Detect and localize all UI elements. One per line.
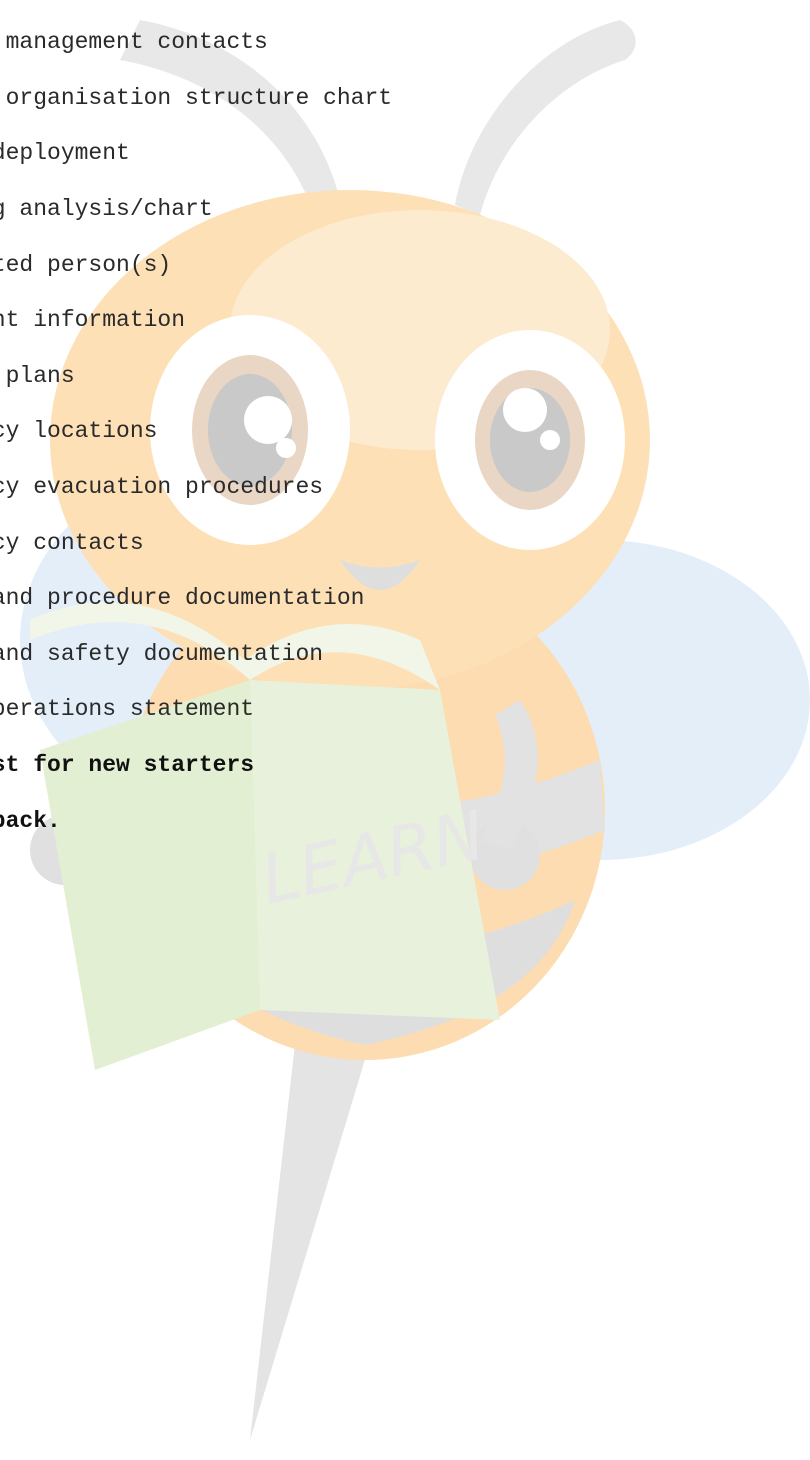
document-content: e management contacts y organisation stru… xyxy=(0,0,810,1460)
list-item: deployment xyxy=(0,140,130,166)
list-item: ncy evacuation procedures xyxy=(0,474,324,500)
list-item: ncy locations xyxy=(0,418,158,444)
list-item: and safety documentation xyxy=(0,641,324,667)
bold-list-item: pack. xyxy=(0,808,61,834)
list-item: and procedure documentation xyxy=(0,585,365,611)
list-item: ant information xyxy=(0,307,186,333)
list-item: operations statement xyxy=(0,696,255,722)
list-item: ated person(s) xyxy=(0,252,172,278)
list-item: ng analysis/chart xyxy=(0,196,213,222)
list-item: e management contacts xyxy=(0,29,268,55)
list-item: ncy contacts xyxy=(0,530,144,556)
list-item: y plans xyxy=(5,363,75,389)
list-item: y organisation structure chart xyxy=(0,85,393,111)
bold-list-item: ist for new starters xyxy=(0,752,255,778)
